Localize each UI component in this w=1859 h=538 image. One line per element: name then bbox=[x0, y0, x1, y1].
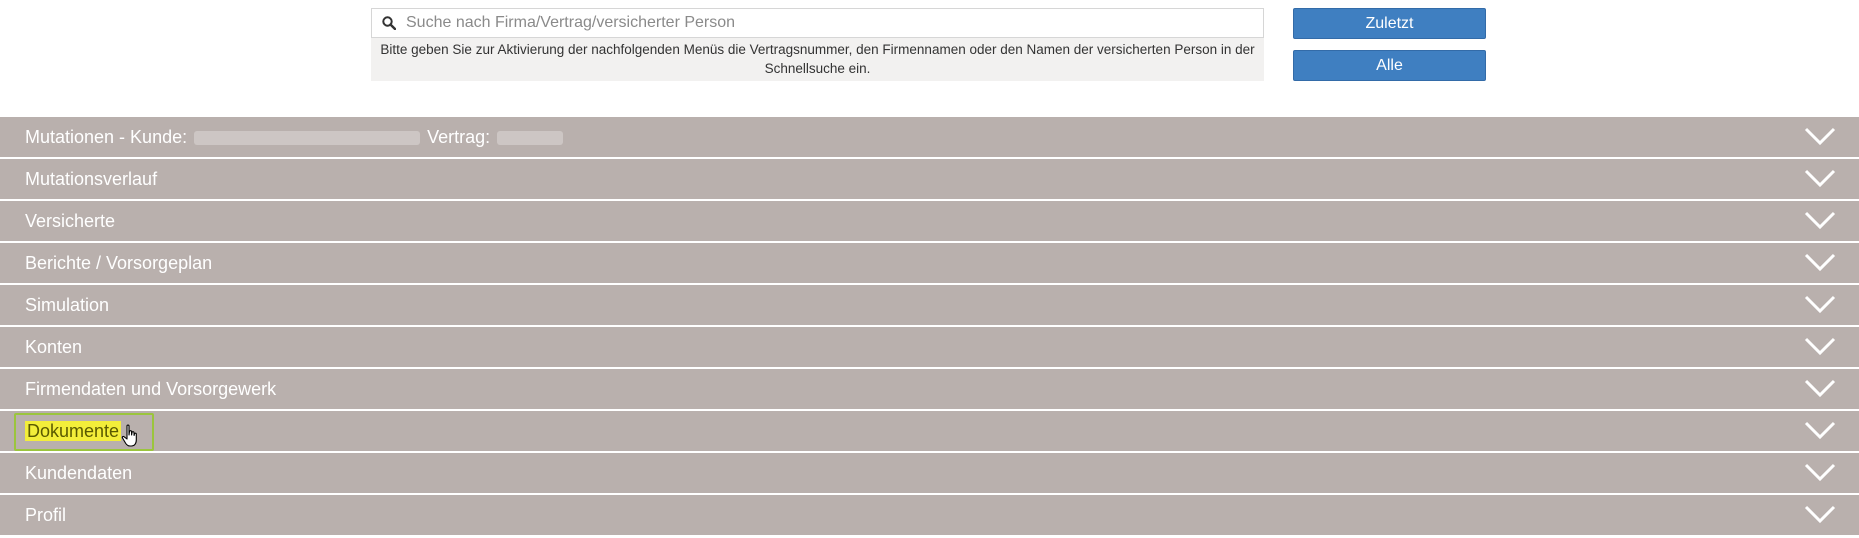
accordion-header-label: Mutationen - Kunde: Vertrag: bbox=[25, 127, 565, 148]
chevron-down-icon[interactable] bbox=[1803, 461, 1837, 483]
redacted-customer-name bbox=[194, 130, 421, 145]
search-icon bbox=[372, 16, 406, 30]
accordion: Mutationen - Kunde: Vertrag: Mutationsve… bbox=[0, 117, 1859, 537]
redacted-contract-number bbox=[497, 130, 564, 145]
chevron-down-icon[interactable] bbox=[1803, 503, 1837, 525]
chevron-down-icon[interactable] bbox=[1803, 125, 1837, 147]
accordion-item-label: Profil bbox=[25, 504, 67, 525]
accordion-item-mutationsverlauf[interactable]: Mutationsverlauf bbox=[0, 159, 1859, 199]
recent-button[interactable]: Zuletzt bbox=[1293, 8, 1486, 39]
chevron-down-icon[interactable] bbox=[1803, 335, 1837, 357]
accordion-item-berichte[interactable]: Berichte / Vorsorgeplan bbox=[0, 243, 1859, 283]
search-box[interactable] bbox=[371, 8, 1264, 38]
accordion-item-label: Firmendaten und Vorsorgewerk bbox=[25, 378, 277, 399]
accordion-item-label: Dokumente bbox=[25, 420, 122, 442]
customer-prefix: Mutationen - Kunde: bbox=[25, 126, 188, 147]
hand-cursor-icon bbox=[121, 424, 137, 447]
accordion-item-label: Kundendaten bbox=[25, 462, 133, 483]
accordion-item-dokumente[interactable]: Dokumente bbox=[0, 411, 1859, 451]
chevron-down-icon[interactable] bbox=[1803, 209, 1837, 231]
accordion-item-simulation[interactable]: Simulation bbox=[0, 285, 1859, 325]
accordion-item-kundendaten[interactable]: Kundendaten bbox=[0, 453, 1859, 493]
accordion-item-label: Berichte / Vorsorgeplan bbox=[25, 252, 213, 273]
accordion-item-versicherte[interactable]: Versicherte bbox=[0, 201, 1859, 241]
contract-label: Vertrag: bbox=[427, 126, 491, 147]
accordion-item-label: Konten bbox=[25, 336, 83, 357]
all-button[interactable]: Alle bbox=[1293, 50, 1486, 81]
accordion-item-label: Simulation bbox=[25, 294, 110, 315]
search-hint: Bitte geben Sie zur Aktivierung der nach… bbox=[371, 38, 1264, 81]
highlighted-label: Dokumente bbox=[25, 420, 122, 441]
search-area: Bitte geben Sie zur Aktivierung der nach… bbox=[371, 8, 1264, 81]
accordion-item-label: Versicherte bbox=[25, 210, 116, 231]
chevron-down-icon[interactable] bbox=[1803, 251, 1837, 273]
chevron-down-icon[interactable] bbox=[1803, 167, 1837, 189]
search-input[interactable] bbox=[406, 14, 1263, 32]
accordion-item-label: Mutationsverlauf bbox=[25, 168, 158, 189]
chevron-down-icon[interactable] bbox=[1803, 293, 1837, 315]
chevron-down-icon[interactable] bbox=[1803, 377, 1837, 399]
accordion-item-mutationen[interactable]: Mutationen - Kunde: Vertrag: bbox=[0, 117, 1859, 157]
accordion-item-konten[interactable]: Konten bbox=[0, 327, 1859, 367]
accordion-item-firmendaten[interactable]: Firmendaten und Vorsorgewerk bbox=[0, 369, 1859, 409]
chevron-down-icon[interactable] bbox=[1803, 419, 1837, 441]
accordion-item-profil[interactable]: Profil bbox=[0, 495, 1859, 535]
